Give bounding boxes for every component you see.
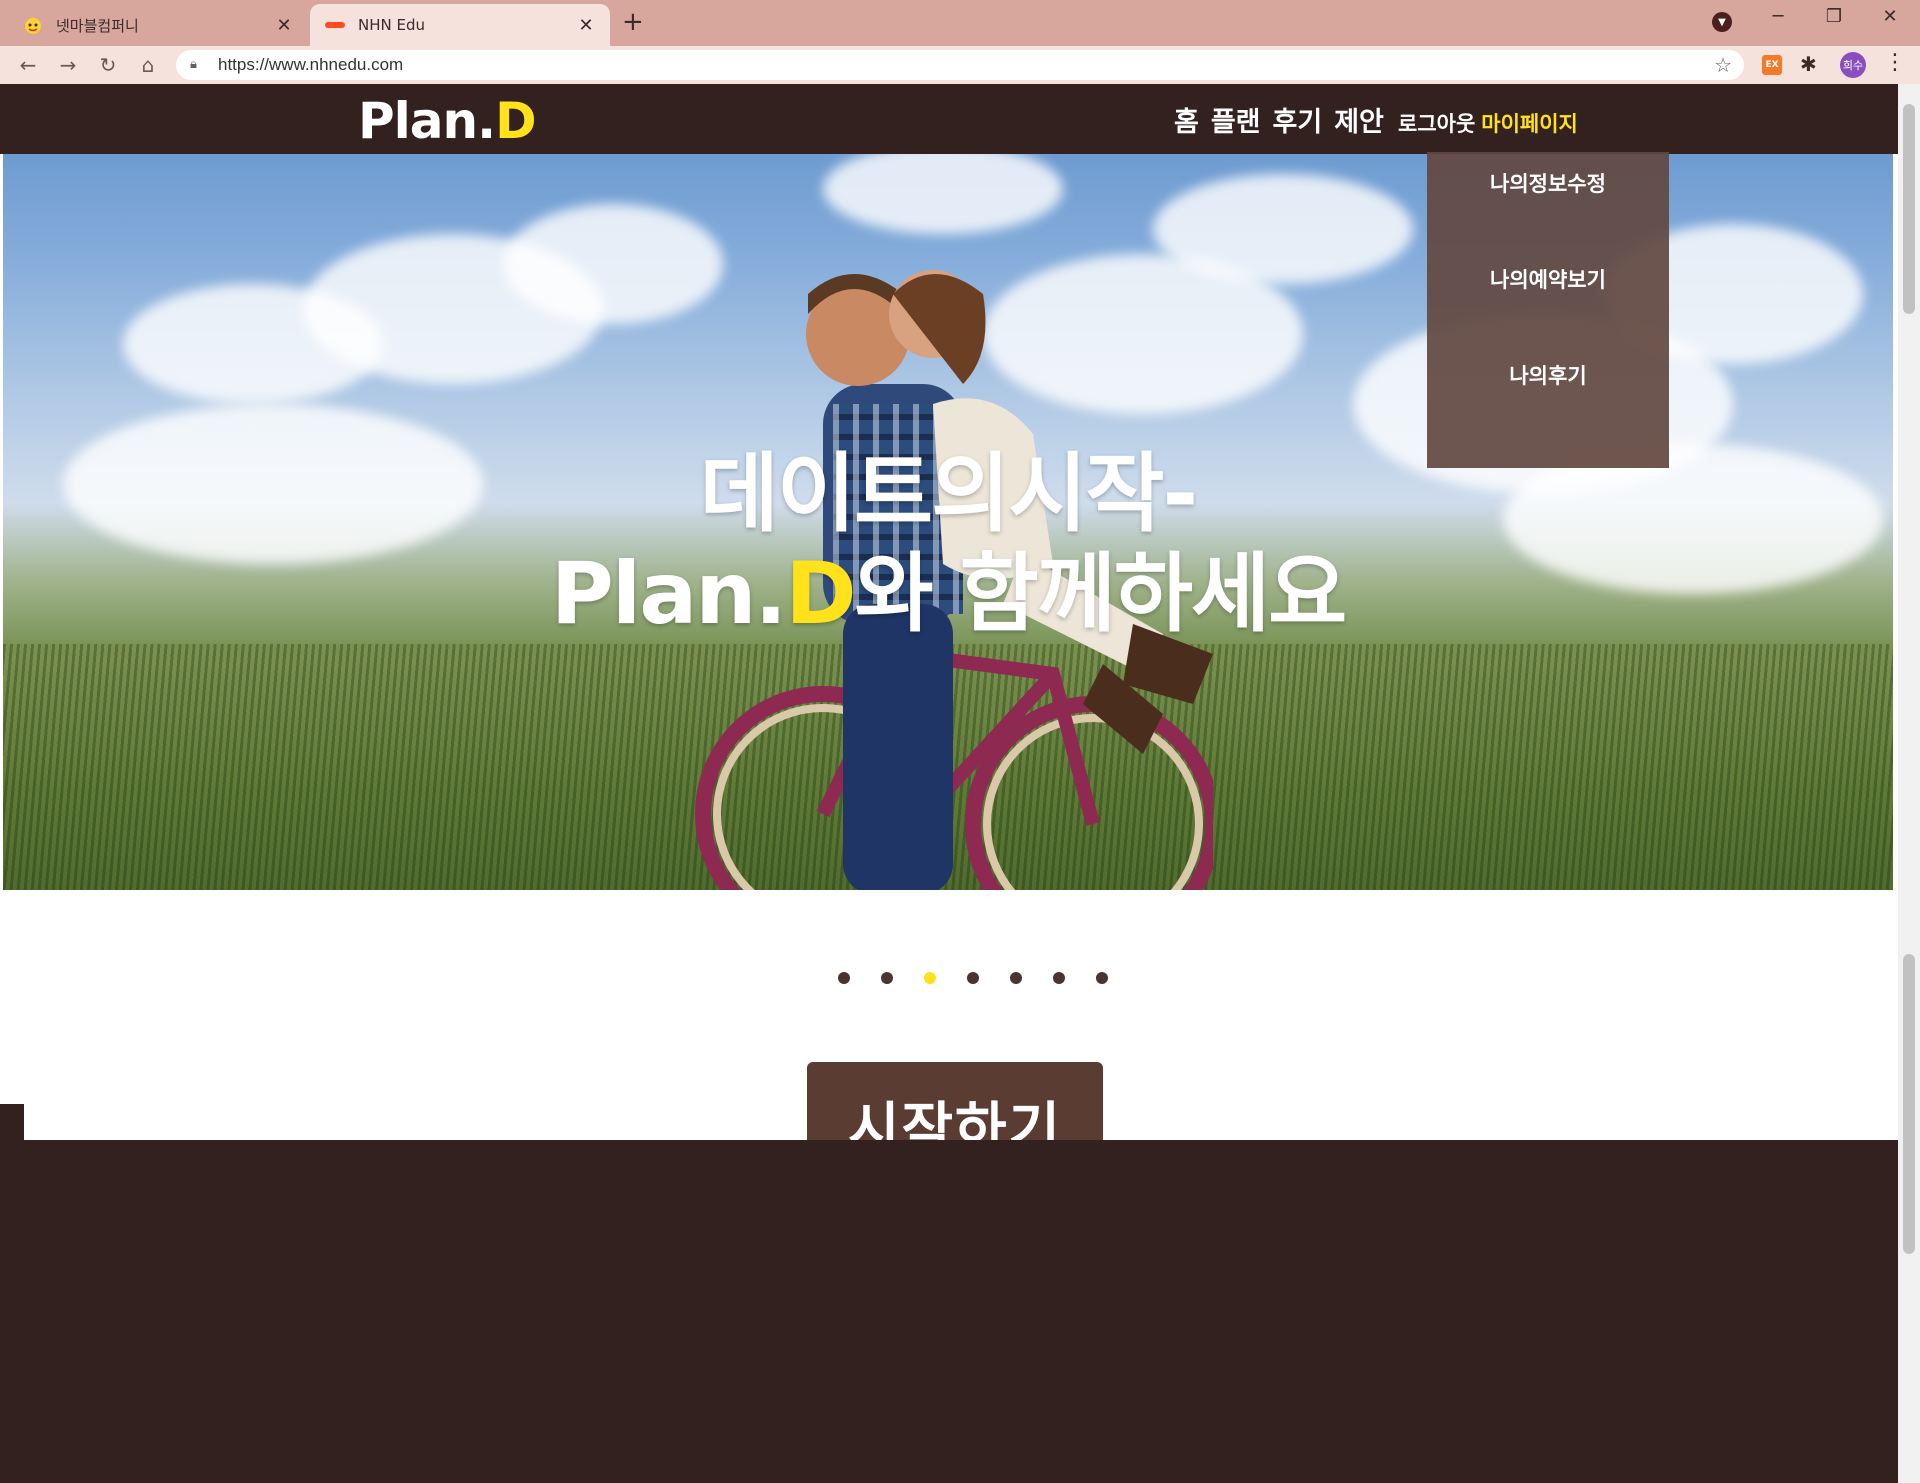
carousel-dot[interactable] [1010, 972, 1022, 984]
page-scrollbar[interactable] [1898, 84, 1920, 1483]
dropdown-my-reviews[interactable]: 나의후기 [1427, 360, 1669, 390]
mypage-link[interactable]: 마이페이지 [1481, 108, 1578, 138]
tab-nhnedu[interactable]: NHN Edu ✕ [310, 4, 610, 46]
carousel-dots [838, 972, 1108, 984]
scrollbar-thumb[interactable] [1903, 104, 1915, 314]
footer-corner [0, 1104, 24, 1144]
dropdown-my-reservations[interactable]: 나의예약보기 [1427, 264, 1669, 294]
back-icon[interactable]: ← [14, 51, 42, 79]
carousel-dot[interactable] [924, 972, 936, 984]
site-header: Plan.D 홈 플랜 후기 제안 로그아웃 마이페이지 [0, 84, 1898, 154]
bookmark-star-icon[interactable]: ☆ [1714, 53, 1732, 77]
mypage-dropdown: 나의정보수정 나의예약보기 나의후기 [1427, 152, 1669, 468]
nhn-favicon-icon [324, 14, 346, 36]
nav-review[interactable]: 후기 [1273, 100, 1323, 139]
lock-icon: 🔒︎ [190, 57, 197, 72]
extension-ex-icon[interactable]: EX [1762, 55, 1782, 75]
dropdown-edit-profile[interactable]: 나의정보수정 [1427, 168, 1669, 198]
minimize-icon[interactable]: ─ [1758, 6, 1798, 27]
url-text: https://www.nhnedu.com [218, 55, 404, 74]
close-tab-icon[interactable]: ✕ [576, 15, 596, 36]
auth-nav: 로그아웃 마이페이지 [1398, 108, 1578, 138]
address-bar[interactable]: 🔒︎ https://www.nhnedu.com ☆ [176, 50, 1744, 80]
carousel-dot[interactable] [1053, 972, 1065, 984]
window-close-icon[interactable]: ✕ [1870, 6, 1910, 27]
forward-icon[interactable]: → [54, 51, 82, 79]
site-footer [0, 1140, 1920, 1483]
carousel-dot[interactable] [838, 972, 850, 984]
new-tab-icon[interactable]: + [622, 8, 644, 36]
nav-home[interactable]: 홈 [1174, 100, 1199, 139]
tab-netmarble[interactable]: 넷마블컴퍼니 ✕ [8, 4, 308, 46]
close-tab-icon[interactable]: ✕ [274, 15, 294, 36]
extensions-puzzle-icon[interactable]: ✱ [1800, 52, 1817, 76]
tab-title: 넷마블컴퍼니 [56, 16, 139, 35]
profile-avatar[interactable]: 희수 [1840, 52, 1866, 78]
browser-toolbar: ← → ↻ ⌂ 🔒︎ https://www.nhnedu.com ☆ EX ✱… [0, 46, 1920, 84]
browser-tabstrip: 넷마블컴퍼니 ✕ NHN Edu ✕ + ▼ ─ ❐ ✕ [0, 0, 1920, 46]
hero-headline: 데이트의시작- Plan.D와 함께하세요 [3, 444, 1893, 644]
carousel-dot[interactable] [881, 972, 893, 984]
reload-icon[interactable]: ↻ [94, 51, 122, 79]
logout-link[interactable]: 로그아웃 [1398, 108, 1475, 138]
home-icon[interactable]: ⌂ [134, 51, 162, 79]
carousel-dot[interactable] [1096, 972, 1108, 984]
tab-search-icon[interactable]: ▼ [1712, 12, 1732, 32]
main-nav: 홈 플랜 후기 제안 [1174, 100, 1384, 139]
hero-line-2: Plan.D와 함께하세요 [550, 544, 1347, 644]
scrollbar-thumb-secondary[interactable] [1903, 954, 1915, 1254]
nav-suggest[interactable]: 제안 [1334, 100, 1384, 139]
carousel-dot[interactable] [967, 972, 979, 984]
nav-plan[interactable]: 플랜 [1211, 100, 1261, 139]
restore-icon[interactable]: ❐ [1814, 6, 1854, 27]
browser-menu-icon[interactable]: ⋮ [1884, 50, 1906, 75]
site-logo[interactable]: Plan.D [358, 92, 537, 150]
tab-title: NHN Edu [358, 16, 425, 34]
netmarble-favicon-icon [22, 14, 44, 36]
